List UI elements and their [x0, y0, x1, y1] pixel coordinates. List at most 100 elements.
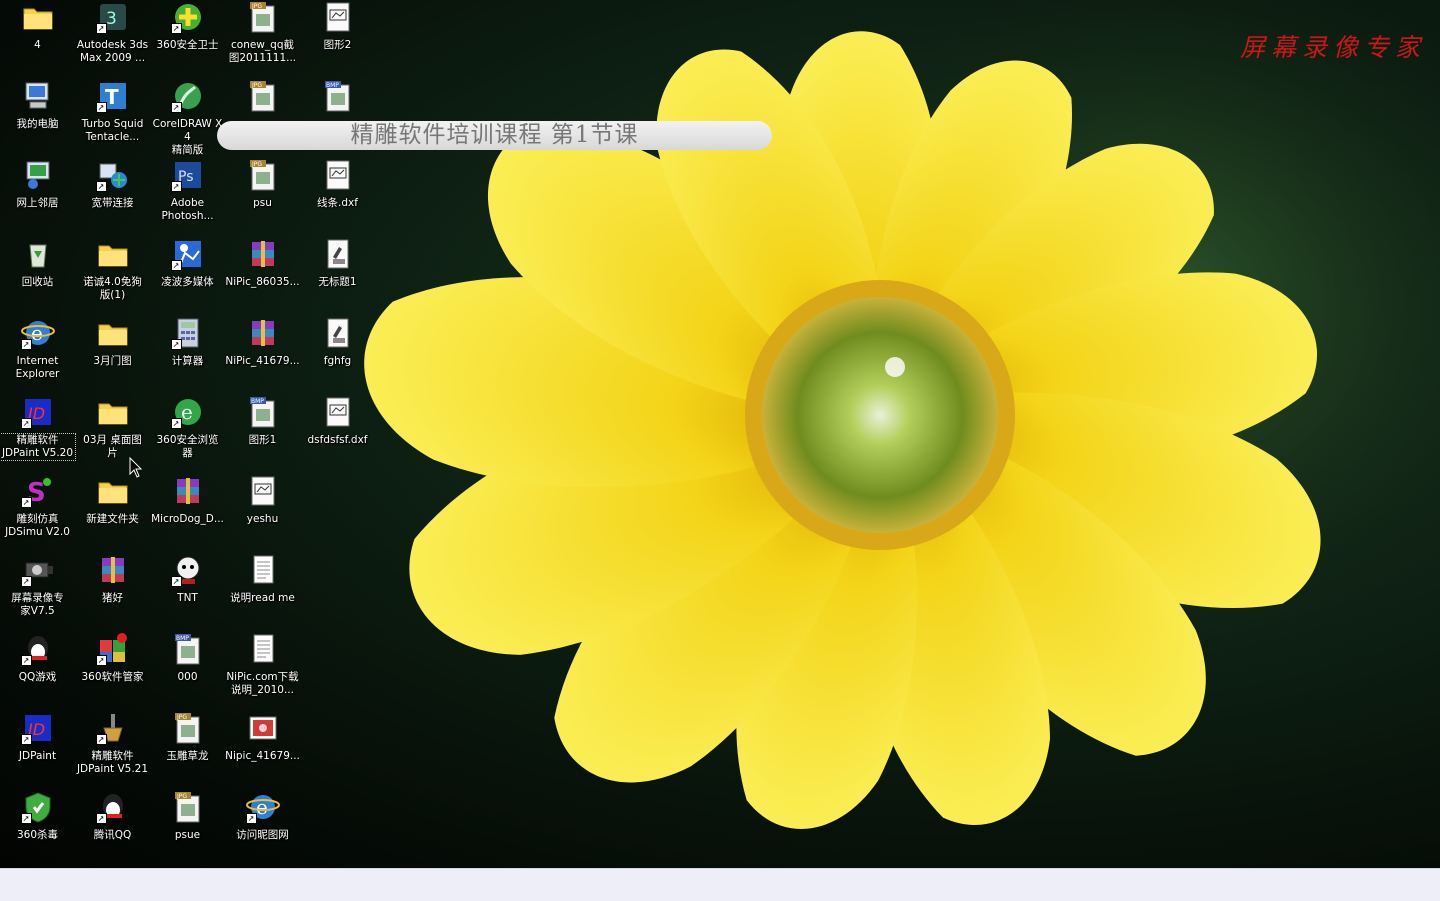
desktop-shortcut[interactable]: ↗ CorelDRAW X4 精简版 [150, 79, 225, 158]
desktop-shortcut[interactable]: e ↗ Internet Explorer [0, 316, 75, 395]
desktop-shortcut-label: 360安全卫士 [156, 39, 219, 51]
desktop-shortcut-label: 图形2 [323, 39, 352, 51]
winrar-icon [96, 553, 130, 587]
desktop-shortcut[interactable]: 我的电脑 [0, 79, 75, 158]
desktop-shortcut[interactable]: ↗ TNT [150, 553, 225, 632]
desktop-shortcut-label: psu [253, 197, 272, 209]
image-file-icon [246, 711, 280, 745]
desktop-shortcut[interactable]: 3月门图 [75, 316, 150, 395]
desktop-shortcut[interactable]: BMP 图形1 [225, 395, 300, 474]
3dsmax-icon: 3 ↗ [95, 0, 130, 34]
jdsimu-icon: S ↗ [20, 474, 55, 508]
desktop[interactable]: 4 我的电脑网上邻居回收站 e ↗ Internet Explorer JD ↗ 精雕软件 J… [0, 0, 1440, 868]
desktop-shortcut[interactable]: e ↗ 360安全浏览 器 [150, 395, 225, 474]
desktop-shortcut[interactable]: S ↗ 雕刻仿真 JDSimu V2.0 [0, 474, 75, 553]
desktop-shortcut[interactable]: dsfdsfsf.dxf [300, 395, 375, 474]
desktop-shortcut-label: TNT [177, 592, 198, 604]
desktop-shortcut[interactable]: ↗ 精雕软件 JDPaint V5.21 [75, 711, 150, 790]
desktop-shortcut[interactable]: fghfg [300, 316, 375, 395]
desktop-shortcut[interactable]: Nipic_41679... [225, 711, 300, 790]
jpg-file-icon: JPG [171, 790, 205, 824]
desktop-shortcut[interactable]: 4 [0, 0, 75, 79]
desktop-shortcut-label: conew_qq截 图2011111... [228, 39, 297, 64]
shortcut-arrow-icon: ↗ [95, 102, 107, 113]
desktop-shortcut-label: 诺诚4.0免狗 版(1) [83, 276, 142, 301]
shortcut-arrow-icon: ↗ [170, 23, 182, 34]
desktop-shortcut[interactable]: JD ↗ 精雕软件 JDPaint V5.20 [0, 395, 76, 474]
desktop-shortcut[interactable]: T ↗ Turbo Squid Tentacle... [75, 79, 150, 158]
desktop-shortcut-label: 雕刻仿真 JDSimu V2.0 [5, 513, 70, 538]
desktop-shortcut[interactable]: MicroDog_D... [150, 474, 225, 553]
shortcut-arrow-icon: ↗ [95, 655, 107, 666]
desktop-shortcut-label: 屏幕录像专 家V7.5 [11, 592, 64, 617]
multimedia-icon: ↗ [170, 237, 205, 271]
desktop-shortcut[interactable]: ↗ 腾讯QQ [75, 790, 150, 868]
desktop-shortcut-label: 宽带连接 [91, 197, 134, 209]
desktop-shortcut[interactable]: ↗ 360杀毒 [0, 790, 75, 868]
tnt-icon: ↗ [170, 553, 205, 587]
desktop-shortcut[interactable]: ↗ 凌波多媒体 [150, 237, 225, 316]
shortcut-arrow-icon: ↗ [170, 260, 182, 271]
desktop-shortcut-label: 网上邻居 [16, 197, 59, 209]
mouse-cursor-icon [129, 457, 143, 478]
jdpaint-doc-icon [321, 237, 355, 271]
desktop-shortcut[interactable]: 网上邻居 [0, 158, 75, 237]
svg-text:BMP: BMP [251, 398, 264, 405]
desktop-shortcut[interactable]: ↗ 计算器 [150, 316, 225, 395]
bmp-file-icon: BMP [246, 395, 280, 429]
desktop-shortcut-label: CorelDRAW X4 精简版 [152, 118, 223, 156]
desktop-shortcut[interactable]: e ↗ 访问昵图网 [225, 790, 300, 868]
desktop-shortcut-label: Nipic_41679... [225, 750, 300, 762]
desktop-shortcut[interactable]: JPG psu [225, 158, 300, 237]
desktop-shortcut-label: 腾讯QQ [93, 829, 132, 841]
desktop-shortcut[interactable]: ↗ 屏幕录像专 家V7.5 [0, 553, 75, 632]
desktop-shortcut[interactable]: NiPic.com下载 说明_2010... [225, 632, 300, 711]
desktop-shortcut-label: 360软件管家 [81, 671, 144, 683]
jdpaint-doc-icon [321, 316, 355, 350]
desktop-shortcut[interactable]: 回收站 [0, 237, 75, 316]
dxf-file-icon [321, 0, 355, 34]
desktop-shortcut[interactable]: 诺诚4.0免狗 版(1) [75, 237, 150, 316]
desktop-shortcut-label: 000 [177, 671, 198, 683]
folder-icon [96, 316, 130, 350]
desktop-shortcut[interactable]: ↗ 宽带连接 [75, 158, 150, 237]
desktop-shortcut[interactable]: JPG 玉雕草龙 [150, 711, 225, 790]
desktop-shortcut[interactable]: Ps ↗ Adobe Photosh... [150, 158, 225, 237]
desktop-shortcut[interactable]: NiPic_41679... [225, 316, 300, 395]
svg-text:3: 3 [106, 9, 117, 29]
shortcut-arrow-icon: ↗ [170, 181, 182, 192]
desktop-shortcut[interactable]: 线条.dxf [300, 158, 375, 237]
desktop-shortcut[interactable]: 无标题1 [300, 237, 375, 316]
text-file-icon [246, 632, 280, 666]
desktop-shortcut[interactable]: JD ↗ JDPaint [0, 711, 75, 790]
dxf-file-icon [246, 474, 280, 508]
desktop-shortcut-label: 猪好 [102, 592, 123, 604]
desktop-shortcut-label: Autodesk 3ds Max 2009 ... [76, 39, 149, 64]
desktop-shortcut-label: 360杀毒 [16, 829, 59, 841]
desktop-shortcut[interactable]: 说明read me [225, 553, 300, 632]
desktop-shortcut-label: 4 [34, 39, 41, 51]
taskbar[interactable] [0, 868, 1440, 901]
desktop-shortcut[interactable]: NiPic_86035... [225, 237, 300, 316]
desktop-shortcut[interactable]: 新建文件夹 [75, 474, 150, 553]
calculator-icon: ↗ [170, 316, 205, 350]
desktop-shortcut-label: 360安全浏览 器 [156, 434, 219, 459]
jpg-file-icon: JPG [246, 0, 280, 34]
internet-explorer-icon: e ↗ [20, 316, 55, 350]
desktop-shortcut[interactable]: ↗ 360安全卫士 [150, 0, 225, 79]
desktop-shortcut[interactable]: 3 ↗ Autodesk 3ds Max 2009 ... [75, 0, 150, 79]
desktop-shortcut[interactable]: 图形2 [300, 0, 375, 79]
360-antivirus-icon: ↗ [20, 790, 55, 824]
desktop-shortcut[interactable]: ↗ QQ游戏 [0, 632, 75, 711]
desktop-shortcut[interactable]: JPG psue [150, 790, 225, 868]
360-software-manager-icon: ↗ [95, 632, 130, 666]
desktop-shortcut[interactable]: BMP 000 [150, 632, 225, 711]
svg-text:JPG: JPG [251, 161, 262, 168]
desktop-shortcut[interactable]: yeshu [225, 474, 300, 553]
desktop-shortcut-label: 计算器 [171, 355, 204, 367]
desktop-shortcut-label: 3月门图 [93, 355, 132, 367]
svg-text:BMP: BMP [176, 635, 189, 642]
desktop-shortcut[interactable]: JPG conew_qq截 图2011111... [225, 0, 300, 79]
desktop-shortcut[interactable]: 猪好 [75, 553, 150, 632]
desktop-shortcut[interactable]: ↗ 360软件管家 [75, 632, 150, 711]
